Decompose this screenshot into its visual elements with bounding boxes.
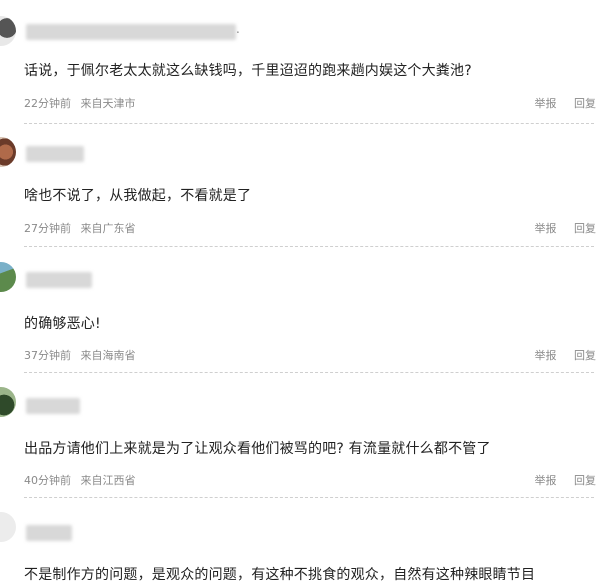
reply-button[interactable]: 回复	[574, 349, 596, 362]
report-button[interactable]: 举报	[535, 222, 557, 235]
comment-text: 话说，于佩尔老太太就这么缺钱吗，千里迢迢的跑来趟内娱这个大粪池?	[24, 63, 472, 79]
reply-button[interactable]: 回复	[574, 222, 596, 235]
divider	[24, 497, 594, 498]
comment-actions: 举报 回复	[521, 472, 597, 488]
reply-button[interactable]: 回复	[574, 474, 596, 487]
comment-location: 来自天津市	[80, 97, 136, 110]
comment-location: 来自江西省	[80, 474, 136, 487]
comment-meta: 40分钟前 来自江西省	[24, 472, 142, 488]
comment-location: 来自海南省	[80, 349, 136, 362]
comment-meta: 37分钟前 来自海南省	[24, 347, 142, 363]
avatar[interactable]	[0, 262, 16, 292]
avatar[interactable]	[0, 16, 16, 46]
comment-time: 37分钟前	[24, 349, 71, 362]
comment-time: 40分钟前	[24, 474, 71, 487]
avatar[interactable]	[0, 137, 16, 167]
avatar[interactable]	[0, 512, 16, 542]
report-button[interactable]: 举报	[535, 474, 557, 487]
avatar[interactable]	[0, 387, 16, 417]
comment-location: 来自广东省	[80, 222, 136, 235]
comment-actions: 举报 回复	[521, 220, 597, 236]
comment-actions: 举报 回复	[521, 347, 597, 363]
report-button[interactable]: 举报	[535, 349, 557, 362]
username[interactable]	[26, 398, 80, 414]
reply-button[interactable]: 回复	[574, 97, 596, 110]
username[interactable]	[26, 24, 236, 40]
comment-text: 出品方请他们上来就是为了让观众看他们被骂的吧? 有流量就什么都不管了	[24, 441, 491, 457]
divider	[24, 246, 594, 247]
comment-text: 的确够恶心!	[24, 316, 101, 332]
divider	[24, 123, 594, 124]
username[interactable]	[26, 525, 72, 541]
report-button[interactable]: 举报	[535, 97, 557, 110]
username[interactable]	[26, 146, 84, 162]
comment-time: 22分钟前	[24, 97, 71, 110]
divider	[24, 372, 594, 373]
comment-actions: 举报 回复	[521, 95, 597, 111]
comment-text: 啥也不说了，从我做起，不看就是了	[24, 188, 252, 204]
username[interactable]	[26, 272, 92, 288]
username-suffix: .	[236, 22, 240, 36]
comment-text: 不是制作方的问题，是观众的问题，有这种不挑食的观众，自然有这种辣眼睛节目	[24, 567, 536, 583]
comment-meta: 22分钟前 来自天津市	[24, 95, 142, 111]
comment-time: 27分钟前	[24, 222, 71, 235]
comment-meta: 27分钟前 来自广东省	[24, 220, 142, 236]
